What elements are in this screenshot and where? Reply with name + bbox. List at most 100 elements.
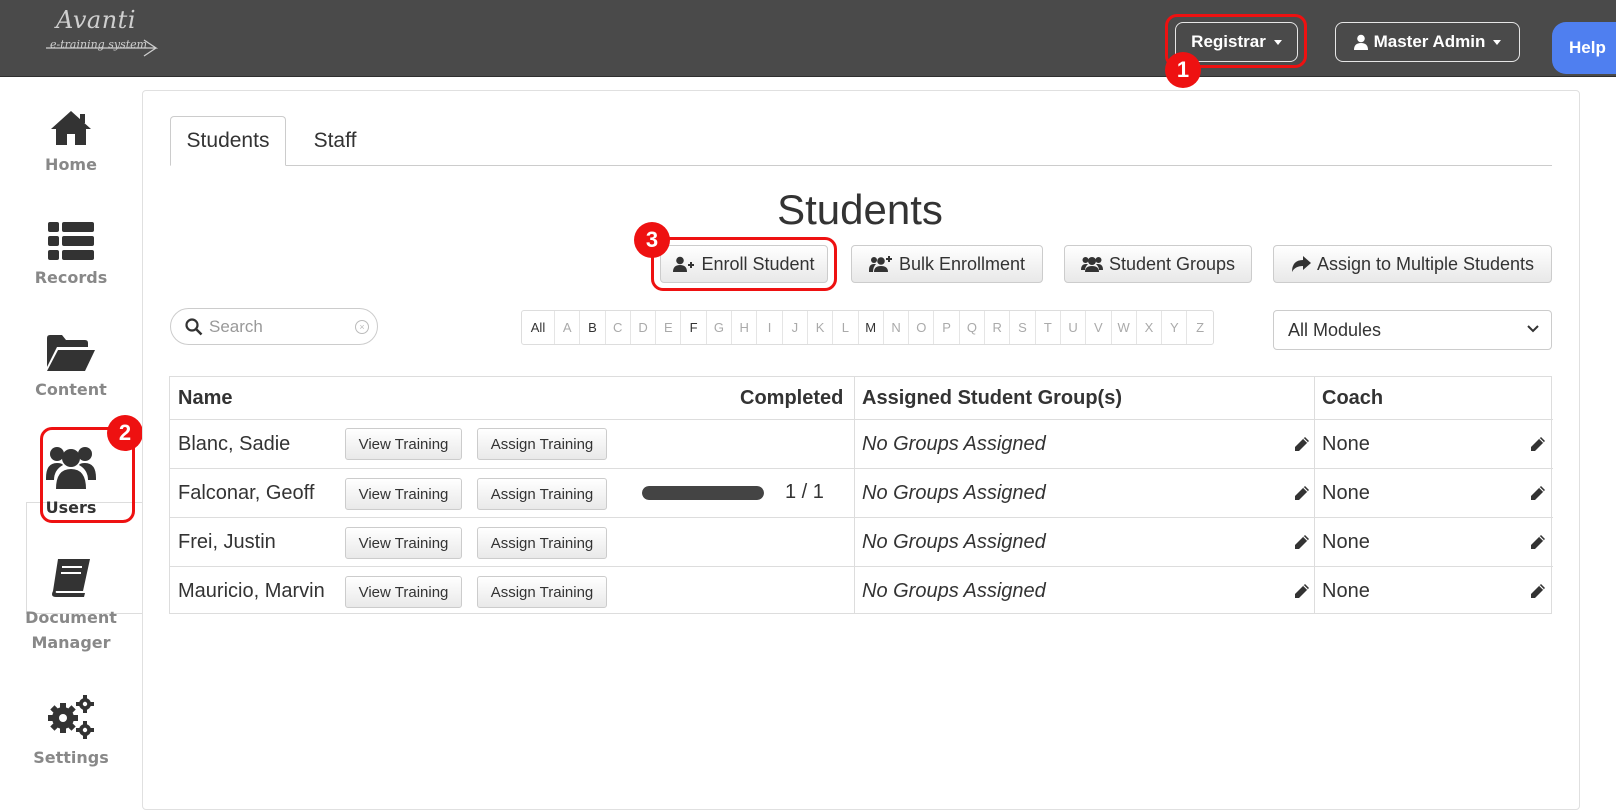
table-header-row: Name Completed Assigned Student Group(s)… [170,377,1553,419]
tab-staff[interactable]: Staff [290,116,380,166]
sidebar-item-records[interactable]: Records [0,222,142,322]
student-name: Frei, Justin [178,530,276,553]
header-groups[interactable]: Assigned Student Group(s) [862,377,1122,419]
bulk-enrollment-button[interactable]: Bulk Enrollment [851,245,1043,283]
table-row: Mauricio, Marvin View Training Assign Tr… [170,566,1553,615]
search-placeholder: Search [209,316,263,336]
alphabet-filter-p[interactable]: P [934,311,960,344]
alphabet-filter-g[interactable]: G [707,311,733,344]
header-coach[interactable]: Coach [1322,377,1383,419]
edit-pencil-icon[interactable] [1294,485,1310,501]
sidebar-item-document-manager[interactable]: Document Manager [0,559,142,659]
user-icon [1353,34,1368,50]
alphabet-filter-a[interactable]: A [555,311,581,344]
edit-pencil-icon[interactable] [1530,534,1546,550]
assign-multiple-button[interactable]: Assign to Multiple Students [1273,245,1552,283]
sidebar-item-home[interactable]: Home [0,109,142,209]
sidebar: Home Records Content Users 2 Document Ma… [0,77,144,794]
view-training-button[interactable]: View Training [345,527,462,559]
students-table: Name Completed Assigned Student Group(s)… [169,376,1553,615]
sidebar-item-label: Content [35,380,107,399]
alphabet-filter-all[interactable]: All [522,311,555,344]
edit-pencil-icon[interactable] [1530,436,1546,452]
completion-progress-bar [642,486,764,500]
assigned-groups: No Groups Assigned [862,481,1046,504]
step-badge-2: 2 [107,415,143,451]
assign-training-button[interactable]: Assign Training [477,576,607,608]
alphabet-filter-z[interactable]: Z [1187,311,1212,344]
completion-count: 1 / 1 [785,481,824,503]
search-input[interactable]: Search × [170,308,378,345]
sidebar-item-label: Document Manager [25,608,117,652]
student-name: Mauricio, Marvin [178,579,325,602]
view-training-button[interactable]: View Training [345,576,462,608]
alphabet-filter-h[interactable]: H [732,311,758,344]
table-row: Frei, Justin View Training Assign Traini… [170,517,1553,566]
assign-multiple-label: Assign to Multiple Students [1316,253,1535,274]
tab-students[interactable]: Students [170,116,286,166]
alphabet-filter-o[interactable]: O [909,311,935,344]
assigned-groups: No Groups Assigned [862,432,1046,455]
alphabet-filter-u[interactable]: U [1061,311,1087,344]
logo-subtitle: e-training system [50,38,148,51]
alphabet-filter-r[interactable]: R [985,311,1011,344]
assign-training-button[interactable]: Assign Training [477,478,607,510]
alphabet-filter-t[interactable]: T [1036,311,1061,344]
caret-down-icon [1493,39,1502,45]
alphabet-filter-i[interactable]: I [757,311,783,344]
table-row: Falconar, Geoff View Training Assign Tra… [170,468,1553,517]
alphabet-filter-c[interactable]: C [606,311,631,344]
alphabet-filter-f[interactable]: F [681,311,707,344]
alphabet-filter-x[interactable]: X [1137,311,1163,344]
assigned-groups: No Groups Assigned [862,579,1046,602]
tab-bar: Students Staff [170,116,1552,166]
avanti-logo[interactable]: Avanti e-training system [44,6,164,58]
edit-pencil-icon[interactable] [1294,534,1310,550]
view-training-button[interactable]: View Training [345,478,462,510]
alphabet-filter-b[interactable]: B [580,311,606,344]
sidebar-item-settings[interactable]: Settings [0,694,142,794]
alphabet-filter-m[interactable]: M [859,311,884,344]
edit-pencil-icon[interactable] [1294,436,1310,452]
user-menu-dropdown[interactable]: Master Admin [1335,22,1520,62]
coach-value: None [1322,432,1370,455]
step-badge-3: 3 [634,222,670,258]
alphabet-filter-k[interactable]: K [808,311,834,344]
modules-selected-value: All Modules [1288,319,1382,340]
modules-select[interactable]: All Modules [1273,310,1552,350]
view-training-button[interactable]: View Training [345,428,462,460]
header-completed[interactable]: Completed [740,377,843,419]
table-row: Blanc, Sadie View Training Assign Traini… [170,419,1553,468]
edit-pencil-icon[interactable] [1530,583,1546,599]
users-icon [1080,257,1103,272]
alphabet-filter-n[interactable]: N [884,311,910,344]
chevron-down-icon [1527,325,1539,333]
edit-pencil-icon[interactable] [1294,583,1310,599]
alphabet-filter-y[interactable]: Y [1162,311,1188,344]
assigned-groups: No Groups Assigned [862,530,1046,553]
alphabet-filter-w[interactable]: W [1112,311,1137,344]
alphabet-filter-e[interactable]: E [656,311,682,344]
help-button[interactable]: Help [1552,22,1616,74]
highlight-enroll [651,237,837,291]
user-menu-label: Master Admin [1373,32,1486,51]
coach-value: None [1322,579,1370,602]
alphabet-filter-s[interactable]: S [1010,311,1036,344]
alphabet-filter-d[interactable]: D [631,311,657,344]
alphabet-filter-v[interactable]: V [1086,311,1112,344]
coach-value: None [1322,530,1370,553]
alphabet-filter-j[interactable]: J [783,311,808,344]
assign-training-button[interactable]: Assign Training [477,428,607,460]
top-bar: Avanti e-training system Registrar 1 Mas… [0,0,1616,88]
alphabet-filter-l[interactable]: L [833,311,859,344]
sidebar-item-label: Home [45,155,97,174]
users-plus-icon [868,256,892,272]
header-name[interactable]: Name [178,377,232,419]
student-groups-label: Student Groups [1108,253,1236,274]
assign-training-button[interactable]: Assign Training [477,527,607,559]
clear-search-icon[interactable]: × [355,320,369,334]
student-groups-button[interactable]: Student Groups [1064,245,1252,283]
alphabet-filter-q[interactable]: Q [960,311,986,344]
edit-pencil-icon[interactable] [1530,485,1546,501]
alphabet-filter: All A B C D E F G H I J K L M N O P Q R S T U V W X Y Z [521,310,1214,345]
